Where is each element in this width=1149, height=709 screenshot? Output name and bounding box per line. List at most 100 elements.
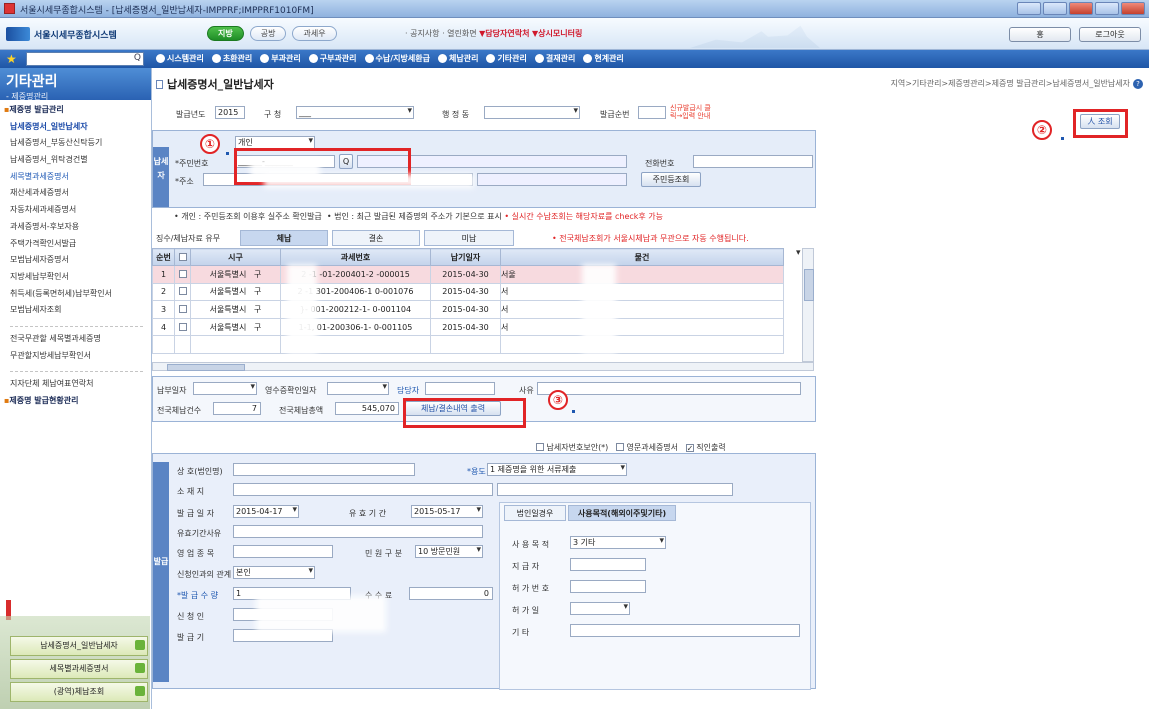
tab-use-purpose[interactable]: 사용목적(해외이주및기타) [568, 505, 676, 521]
payer-field[interactable] [570, 558, 646, 571]
menu-item[interactable]: 수납/지방세환급 [364, 53, 430, 64]
col-due-date[interactable]: 납기일자 [430, 248, 501, 266]
phone-field[interactable] [693, 155, 813, 168]
row-checkbox[interactable] [174, 265, 191, 284]
security-checkbox[interactable] [536, 443, 544, 451]
menu-search-input[interactable]: Q [26, 52, 144, 66]
sidebar-item[interactable]: 세목별과세증명서 [2, 169, 151, 186]
address-detail-field[interactable] [477, 173, 627, 186]
col-item[interactable]: 물건 [500, 248, 784, 266]
col-district[interactable]: 시구 [190, 248, 281, 266]
year-field[interactable]: 2015 [215, 106, 245, 119]
menu-item[interactable]: 현계관리 [583, 53, 624, 64]
tab-corp[interactable]: 법인일경우 [504, 505, 566, 521]
issue-date-field[interactable]: 2015-04-17 [233, 505, 299, 518]
col-seq[interactable]: 순번 [152, 248, 175, 266]
pill-tax[interactable]: 과세우 [292, 26, 337, 41]
close-button[interactable] [1069, 2, 1093, 15]
valid-reason-field[interactable] [233, 525, 483, 538]
location-field[interactable] [233, 483, 493, 496]
app-logo[interactable]: 서울시세무종합시스템 [6, 26, 151, 42]
menu-item[interactable]: 구부과관리 [308, 53, 357, 64]
reason-field[interactable] [537, 382, 801, 395]
receipt-date-field[interactable] [327, 382, 389, 395]
menu-item[interactable]: 초환관리 [211, 53, 252, 64]
row-checkbox[interactable] [174, 282, 191, 302]
user-button[interactable]: 홍 [1009, 27, 1071, 42]
menu-item[interactable]: 결재관리 [534, 53, 575, 64]
col-tax-no[interactable]: 과세번호 [280, 248, 431, 266]
pill-public[interactable]: 공방 [249, 26, 287, 41]
maximize-button[interactable] [1043, 2, 1067, 15]
table-vertical-scrollbar[interactable] [802, 248, 814, 362]
serial-field[interactable] [638, 106, 666, 119]
menu-item[interactable]: 체납관리 [437, 53, 478, 64]
sidebar-item[interactable]: 지자단체 체납여표연락처 [2, 376, 151, 393]
row-checkbox[interactable] [174, 300, 191, 319]
table-row[interactable]: 1 서울특별시 구 2 -1 -01-200401-2 -000015 2015… [152, 265, 802, 284]
location-detail-field[interactable] [497, 483, 733, 496]
close-button-2[interactable] [1121, 2, 1145, 15]
relation-select[interactable]: 본인 [233, 566, 315, 579]
favorites-star-icon[interactable]: ★ [6, 52, 17, 66]
quick-link[interactable]: (광역)체납조회 [10, 682, 148, 702]
table-row[interactable]: 2 서울특별시 구 2 -1 301-200406-1 0-001076 201… [152, 282, 802, 302]
paydate-field[interactable] [193, 382, 257, 395]
officer-field[interactable] [425, 382, 495, 395]
menu-item[interactable]: 시스템관리 [156, 53, 204, 64]
fee-field[interactable]: 0 [409, 587, 493, 600]
sidebar-item[interactable]: 자동차세과세증명서 [2, 202, 151, 219]
quick-link[interactable]: 세목별과세증명서 [10, 659, 148, 679]
purpose-select[interactable]: 1 제증명을 위한 서류제출 [487, 463, 627, 476]
valid-period-field[interactable]: 2015-05-17 [411, 505, 483, 518]
etc-field[interactable] [570, 624, 800, 637]
english-cert-checkbox[interactable] [615, 443, 624, 451]
minimize-button[interactable] [1017, 2, 1041, 15]
search-icon[interactable]: Q [134, 53, 141, 63]
tab-unpaid[interactable]: 미납 [424, 230, 514, 246]
table-row[interactable]: 3 서울특별시 구 }- 001-200212-1- 0-001104 2015… [152, 300, 802, 319]
company-name-field[interactable] [233, 463, 415, 476]
sidebar-item[interactable]: 모범납세자증명서 [2, 252, 151, 269]
tab-arrears[interactable]: 체납 [240, 230, 328, 246]
monitoring-link[interactable]: ▼상시모니터링 [532, 29, 582, 38]
contact-link[interactable]: ▼담당자연락처 [479, 29, 529, 38]
sidebar-item[interactable]: 과세증명서-후보자용 [2, 219, 151, 236]
help-icon[interactable]: ? [1133, 79, 1143, 89]
sidebar-item[interactable]: 무관할지방세납부확인서 [2, 348, 151, 365]
quick-link[interactable]: 납세증명서_일반납세자 [10, 636, 148, 656]
tab-deficit[interactable]: 결손 [332, 230, 420, 246]
table-horizontal-scrollbar[interactable] [152, 362, 814, 371]
sidebar-item[interactable]: 전국무관할 세목별과세증명 [2, 331, 151, 348]
logout-button[interactable]: 로그아웃 [1079, 27, 1141, 42]
col-check[interactable] [174, 248, 191, 266]
sidebar-item[interactable]: 납세증명서_위탁경건별 [2, 152, 151, 169]
sidebar-item[interactable]: 지방세납부확인서 [2, 269, 151, 286]
seal-print-checkbox[interactable] [685, 444, 694, 452]
notice-link[interactable]: · 공지사항 · 열린화면 [405, 29, 477, 38]
civil-type-select[interactable]: 10 방문민원 [415, 545, 483, 558]
menu-item[interactable]: 기타관리 [486, 53, 527, 64]
pill-local[interactable]: 지방 [207, 26, 244, 41]
sidebar-group-status[interactable]: ▪제증명 발급현황관리 [2, 393, 151, 410]
permit-no-field[interactable] [570, 580, 646, 593]
sidebar-item[interactable]: 납세증명서_부동산신탁등기 [2, 135, 151, 152]
sidebar-item-general-taxpayer[interactable]: 납세증명서_일반납세자 [2, 119, 151, 136]
sidebar-item[interactable]: 모범납세자조회 [2, 302, 151, 319]
business-field[interactable] [233, 545, 333, 558]
row-checkbox[interactable] [174, 317, 191, 337]
sidebar-item[interactable]: 취득세(등록면허세)납부확인서 [2, 286, 151, 303]
permit-date-label: 허 가 일 [512, 606, 540, 615]
table-row[interactable]: 4 서울특별시 구 1-1, 01-200306-1- 0-001105 201… [152, 317, 802, 337]
permit-date-field[interactable] [570, 602, 630, 615]
restore-button[interactable] [1095, 2, 1119, 15]
gu-select[interactable]: ___ [296, 106, 414, 119]
sidebar-item[interactable]: 재산세과세증명서 [2, 185, 151, 202]
sidebar-item[interactable]: 주택가격확인서발급 [2, 236, 151, 253]
menu-item[interactable]: 부과관리 [260, 53, 301, 64]
sidebar-group-cert[interactable]: ▪제증명 발급관리 [2, 102, 151, 119]
valid-period-label: 유 효 기 간 [349, 509, 387, 518]
dong-select[interactable] [484, 106, 580, 119]
use-purpose-select[interactable]: 3 기타 [570, 536, 666, 549]
resident-lookup-button[interactable]: 주민등조회 [641, 172, 701, 187]
